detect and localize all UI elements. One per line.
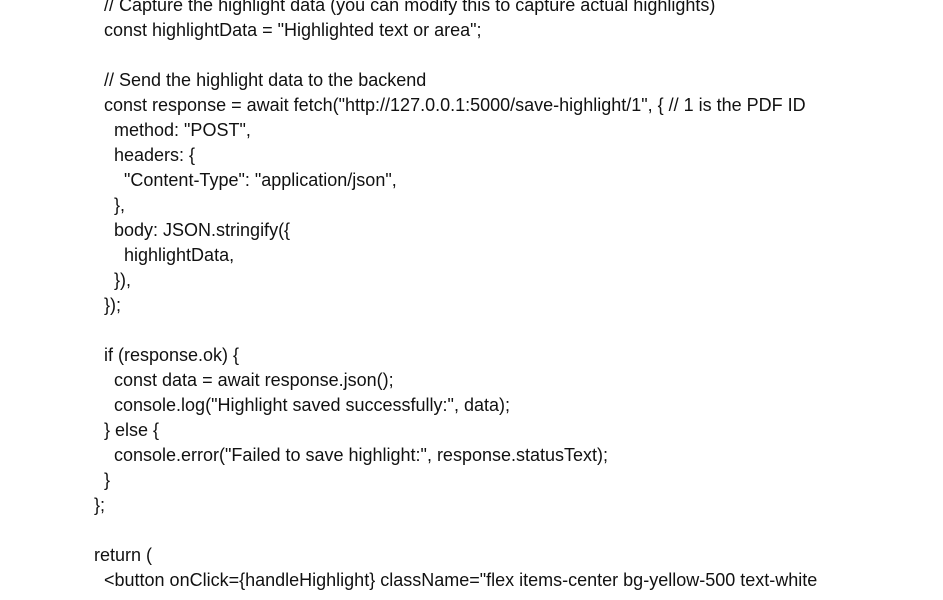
code-line-console-log: console.log("Highlight saved successfull…: [84, 395, 510, 415]
code-line-body: body: JSON.stringify({: [84, 220, 291, 240]
code-line-function-close: };: [84, 495, 106, 515]
code-line-console-error: console.error("Failed to save highlight:…: [84, 445, 609, 465]
code-line-headers: headers: {: [84, 145, 196, 165]
code-line-const-response: const response = await fetch("http://127…: [84, 95, 806, 115]
code-line-button-jsx: <button onClick={handleHighlight} classN…: [84, 570, 818, 590]
code-line-fetch-close: });: [84, 295, 122, 315]
code-line-return: return (: [84, 545, 153, 565]
code-line-body-close: }),: [84, 270, 132, 290]
code-line-method: method: "POST",: [84, 120, 251, 140]
code-line-headers-close: },: [84, 195, 126, 215]
code-document: // Capture the highlight data (you can m…: [0, 0, 943, 600]
code-line-if-ok: if (response.ok) {: [84, 345, 240, 365]
code-line-comment-capture: // Capture the highlight data (you can m…: [84, 0, 716, 15]
code-line-else: } else {: [84, 420, 160, 440]
code-line-highlight-data: highlightData,: [84, 245, 235, 265]
code-line-comment-send: // Send the highlight data to the backen…: [84, 70, 427, 90]
code-line-const-highlight: const highlightData = "Highlighted text …: [84, 20, 482, 40]
code-line-const-data: const data = await response.json();: [84, 370, 394, 390]
code-line-content-type: "Content-Type": "application/json",: [84, 170, 397, 190]
code-line-if-close: }: [84, 470, 111, 490]
